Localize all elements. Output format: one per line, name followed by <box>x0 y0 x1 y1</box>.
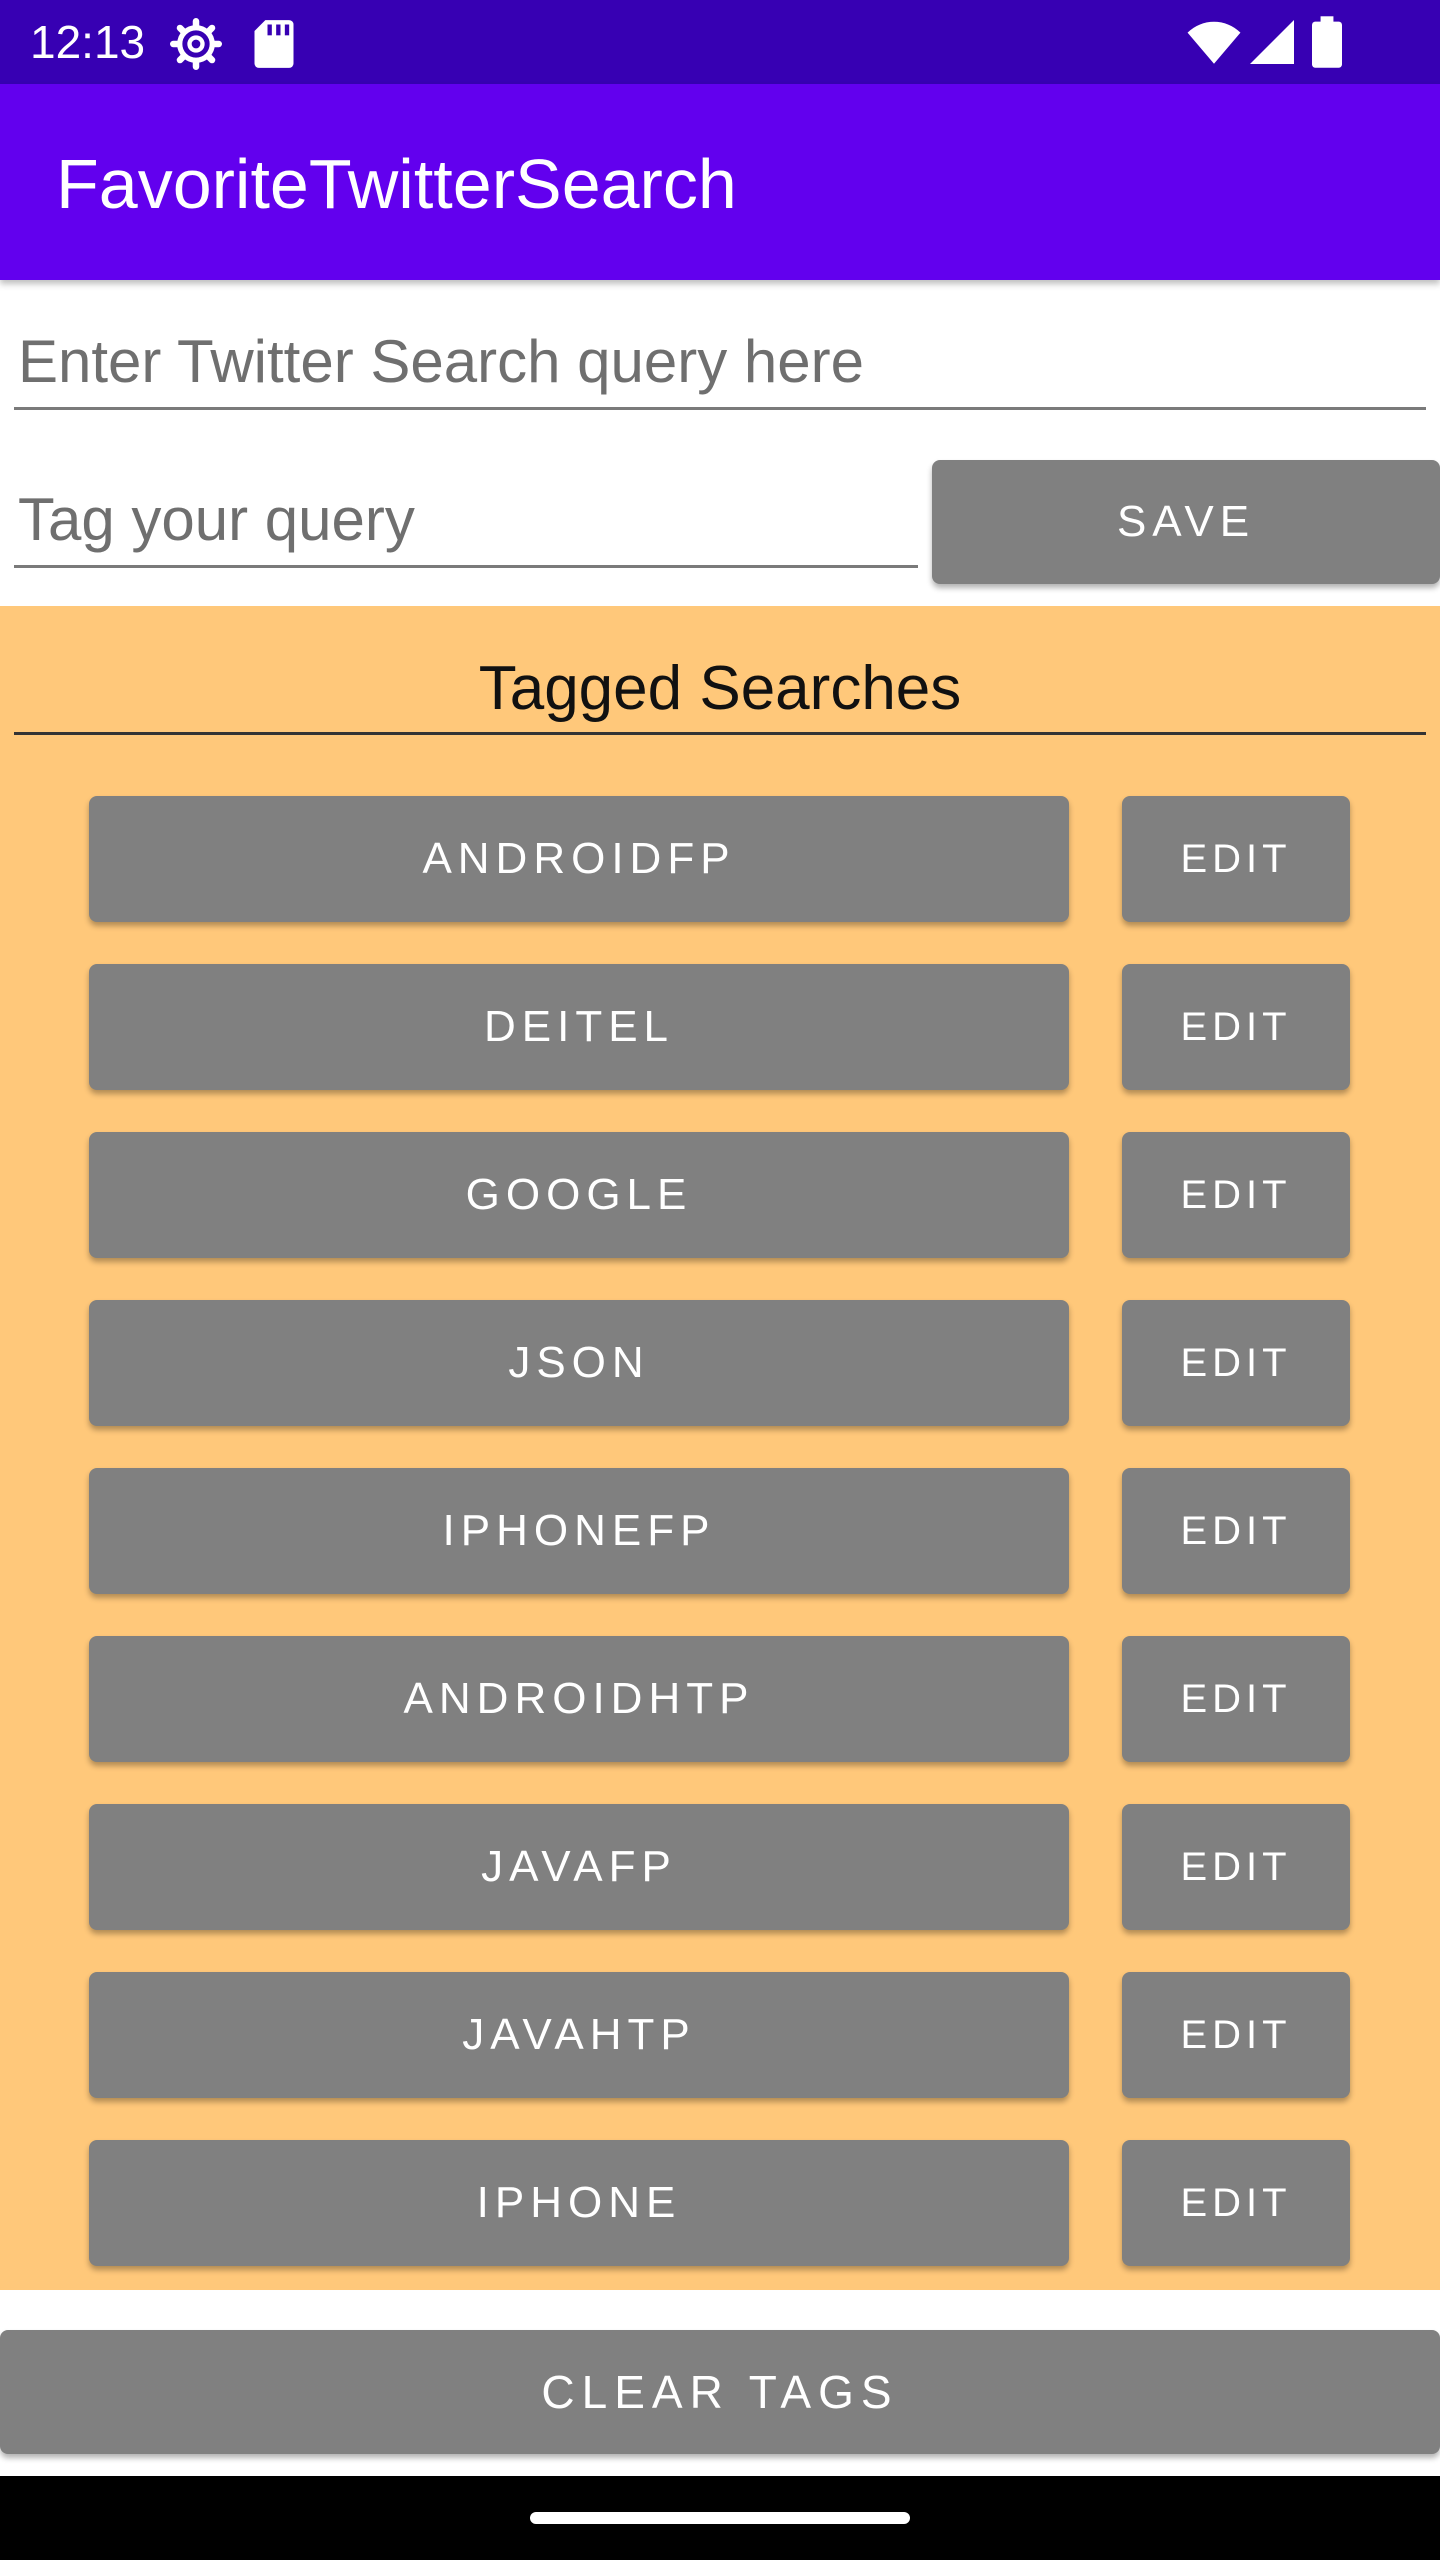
tag-button[interactable]: IPHONEFP <box>89 1468 1069 1594</box>
edit-button[interactable]: EDIT <box>1122 1468 1350 1594</box>
navigation-bar <box>0 2476 1440 2560</box>
wifi-icon <box>1186 20 1242 71</box>
tag-button[interactable]: JSON <box>89 1300 1069 1426</box>
tag-row: DEITEL EDIT <box>0 964 1440 1090</box>
tag-button[interactable]: JAVAHTP <box>89 1972 1069 2098</box>
sd-card-icon <box>252 18 296 75</box>
tag-row: JAVAHTP EDIT <box>0 1972 1440 2098</box>
app-title: FavoriteTwitterSearch <box>56 145 737 223</box>
tagged-searches-title: Tagged Searches <box>14 646 1426 735</box>
tagged-searches-panel: Tagged Searches ANDROIDFP EDIT DEITEL ED… <box>0 606 1440 2290</box>
tag-input[interactable] <box>14 474 918 568</box>
edit-button[interactable]: EDIT <box>1122 964 1350 1090</box>
save-button[interactable]: SAVE <box>932 460 1440 584</box>
edit-button[interactable]: EDIT <box>1122 1300 1350 1426</box>
edit-button[interactable]: EDIT <box>1122 1132 1350 1258</box>
tag-row: GOOGLE EDIT <box>0 1132 1440 1258</box>
tag-row: IPHONE EDIT <box>0 2140 1440 2266</box>
settings-gear-icon <box>170 18 222 75</box>
edit-button[interactable]: EDIT <box>1122 1804 1350 1930</box>
tag-button[interactable]: ANDROIDFP <box>89 796 1069 922</box>
tag-row: ANDROIDHTP EDIT <box>0 1636 1440 1762</box>
tag-row: JSON EDIT <box>0 1300 1440 1426</box>
tag-button[interactable]: GOOGLE <box>89 1132 1069 1258</box>
tag-row: ANDROIDFP EDIT <box>0 796 1440 922</box>
edit-button[interactable]: EDIT <box>1122 2140 1350 2266</box>
tag-row: JAVAFP EDIT <box>0 1804 1440 1930</box>
edit-button[interactable]: EDIT <box>1122 796 1350 922</box>
tag-button[interactable]: DEITEL <box>89 964 1069 1090</box>
edit-button[interactable]: EDIT <box>1122 1636 1350 1762</box>
status-time: 12:13 <box>30 16 146 68</box>
home-handle[interactable] <box>530 2512 910 2524</box>
clear-tags-button[interactable]: CLEAR TAGS <box>0 2330 1440 2454</box>
tag-button[interactable]: ANDROIDHTP <box>89 1636 1069 1762</box>
status-bar: 12:13 <box>0 0 1440 84</box>
battery-icon <box>1312 16 1342 73</box>
app-bar: FavoriteTwitterSearch <box>0 84 1440 280</box>
query-input[interactable] <box>14 316 1426 410</box>
tag-button[interactable]: JAVAFP <box>89 1804 1069 1930</box>
cell-signal-icon <box>1248 18 1296 71</box>
edit-button[interactable]: EDIT <box>1122 1972 1350 2098</box>
tag-row: IPHONEFP EDIT <box>0 1468 1440 1594</box>
tag-button[interactable]: IPHONE <box>89 2140 1069 2266</box>
